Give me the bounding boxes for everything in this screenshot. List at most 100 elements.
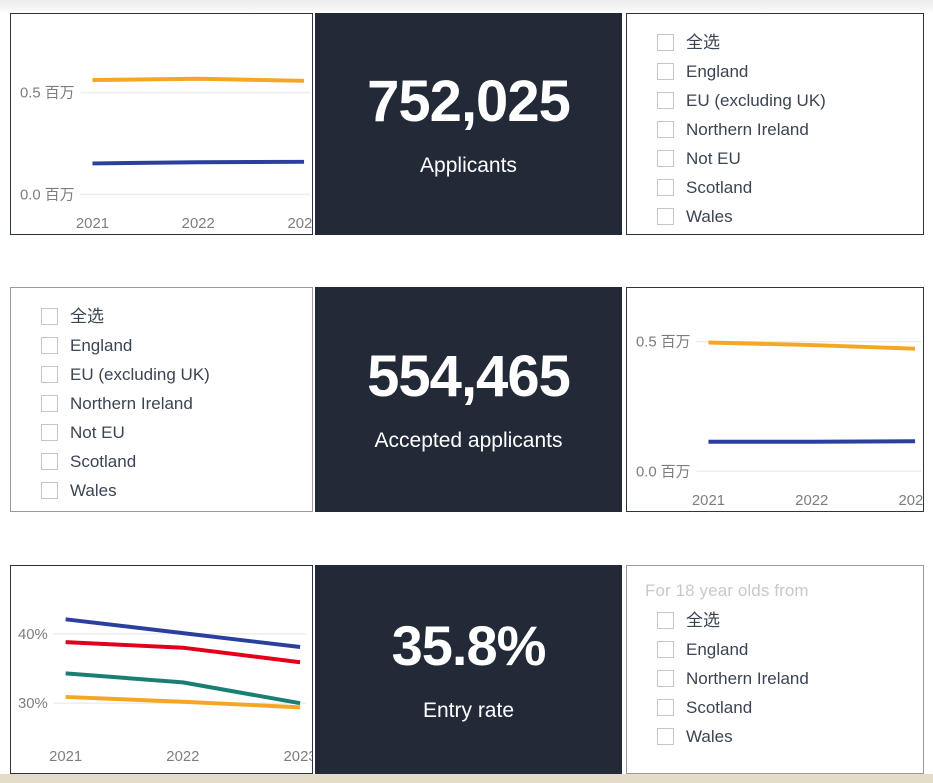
y-axis-tick-label: 0.0 百万	[20, 187, 75, 203]
dashboard-row-accepted-applicants: 全选 England EU (excluding UK) Northern Irela…	[10, 287, 924, 512]
filter-checkbox-item[interactable]: England	[29, 331, 312, 360]
filter-checkbox-select-all[interactable]: 全选	[645, 606, 923, 635]
accepted-kpi-panel[interactable]: 554,465 Accepted applicants	[315, 287, 622, 512]
checkbox-icon[interactable]	[657, 699, 674, 717]
checkbox-icon[interactable]	[657, 728, 674, 746]
filter-checkbox-select-all[interactable]: 全选	[645, 28, 923, 57]
filter-checkbox-label: 全选	[686, 611, 720, 631]
filter-checkbox-item[interactable]: Scotland	[645, 173, 923, 202]
checkbox-icon[interactable]	[657, 150, 674, 167]
filter-checkbox-label: 全选	[686, 33, 720, 52]
filter-checkbox-label: Northern Ireland	[686, 120, 809, 139]
entry-rate-kpi-value: 35.8%	[391, 614, 547, 677]
chart-series-series-red	[65, 640, 301, 665]
entry-rate-trend-chart: 30% 40% 2021 2022 2023	[11, 566, 312, 773]
y-axis-tick-label: 40%	[18, 627, 48, 643]
filter-checkbox-item[interactable]: Wales	[645, 722, 923, 751]
checkbox-icon[interactable]	[41, 424, 58, 441]
checkbox-icon[interactable]	[41, 337, 58, 354]
filter-checkbox-label: 全选	[70, 307, 104, 326]
accepted-filter-panel[interactable]: 全选 England EU (excluding UK) Northern Irela…	[10, 287, 313, 512]
x-axis-tick-label: 2022	[182, 216, 215, 232]
filter-checkbox-item[interactable]: Northern Ireland	[645, 664, 923, 693]
filter-checkbox-item[interactable]: Northern Ireland	[645, 115, 923, 144]
entry-rate-chart-svg: 30% 40% 2021 2022 2023	[18, 617, 312, 765]
y-axis-tick-label: 0.5 百万	[636, 335, 691, 351]
applicants-kpi-label: Applicants	[420, 153, 517, 177]
filter-checkbox-item[interactable]: Wales	[29, 476, 312, 505]
dashboard-row-entry-rate: 30% 40% 2021 2022 2023 35.8% Entry rate For …	[10, 565, 924, 774]
checkbox-icon[interactable]	[41, 395, 58, 412]
filter-checkbox-label: Not EU	[70, 423, 125, 442]
chart-series-series-blue	[708, 439, 916, 444]
filter-checkbox-select-all[interactable]: 全选	[29, 302, 312, 331]
bottom-strip	[0, 774, 933, 783]
applicants-kpi-panel[interactable]: 752,025 Applicants	[315, 13, 622, 235]
entry-rate-kpi-label: Entry rate	[422, 699, 515, 722]
filter-checkbox-item[interactable]: England	[645, 635, 923, 664]
chart-series-series-orange	[92, 76, 305, 83]
applicants-filter-list: 全选 England EU (excluding UK) Northern Irela…	[627, 14, 923, 234]
y-axis-tick-label: 30%	[18, 696, 48, 712]
chart-series-series-blue	[92, 159, 305, 166]
chart-series-series-orange	[708, 340, 916, 351]
filter-checkbox-item[interactable]: Scotland	[645, 693, 923, 722]
filter-checkbox-item[interactable]: Northern Ireland	[29, 389, 312, 418]
filter-list-header: For 18 year olds from	[645, 581, 809, 600]
filter-checkbox-item[interactable]: Wales	[645, 202, 923, 231]
accepted-kpi-label: Accepted applicants	[374, 429, 563, 452]
filter-checkbox-label: England	[70, 336, 133, 355]
filter-checkbox-item[interactable]: Not EU	[29, 418, 312, 447]
applicants-filter-panel[interactable]: 全选 England EU (excluding UK) Northern Irela…	[626, 13, 924, 235]
filter-checkbox-label: Not EU	[686, 149, 741, 168]
filter-checkbox-label: Wales	[686, 727, 733, 747]
accepted-trend-chart-panel[interactable]: 0.0 百万 0.5 百万 2021 2022 2023	[626, 287, 924, 512]
filter-checkbox-label: Northern Ireland	[686, 669, 809, 689]
x-axis-tick-label: 2022	[795, 493, 828, 509]
filter-checkbox-item[interactable]: Scotland	[29, 447, 312, 476]
checkbox-icon[interactable]	[657, 208, 674, 225]
checkbox-icon[interactable]	[41, 366, 58, 383]
checkbox-icon[interactable]	[41, 453, 58, 470]
checkbox-icon[interactable]	[657, 612, 674, 630]
accepted-chart-svg: 0.0 百万 0.5 百万 2021 2022 2023	[636, 335, 923, 509]
filter-checkbox-label: EU (excluding UK)	[686, 91, 826, 110]
checkbox-icon[interactable]	[657, 121, 674, 138]
applicants-chart-svg: 0.0 百万 0.5 百万 2021 2022 2023	[20, 76, 312, 232]
checkbox-icon[interactable]	[657, 63, 674, 80]
accepted-kpi-value: 554,465	[367, 344, 571, 409]
entry-rate-filter-panel[interactable]: For 18 year olds from 全选 England Northern I…	[626, 565, 924, 774]
entry-rate-kpi-panel[interactable]: 35.8% Entry rate	[315, 565, 622, 774]
dashboard-row-applicants: 0.0 百万 0.5 百万 2021 2022 2023 752,025 Applica…	[10, 13, 924, 235]
checkbox-icon[interactable]	[41, 308, 58, 325]
accepted-trend-chart: 0.0 百万 0.5 百万 2021 2022 2023	[627, 288, 923, 511]
applicants-trend-chart-panel[interactable]: 0.0 百万 0.5 百万 2021 2022 2023	[10, 13, 313, 235]
checkbox-icon[interactable]	[41, 482, 58, 499]
filter-checkbox-label: England	[686, 640, 749, 660]
checkbox-icon[interactable]	[657, 34, 674, 51]
accepted-filter-list: 全选 England EU (excluding UK) Northern Irela…	[11, 288, 312, 511]
y-axis-tick-label: 0.5 百万	[20, 86, 75, 102]
filter-checkbox-label: Northern Ireland	[70, 394, 193, 413]
applicants-trend-chart: 0.0 百万 0.5 百万 2021 2022 2023	[11, 14, 312, 234]
checkbox-icon[interactable]	[657, 92, 674, 109]
filter-checkbox-item[interactable]: Not EU	[645, 144, 923, 173]
filter-checkbox-item[interactable]: EU (excluding UK)	[29, 360, 312, 389]
checkbox-icon[interactable]	[657, 670, 674, 688]
checkbox-icon[interactable]	[657, 641, 674, 659]
x-axis-tick-label: 2021	[49, 749, 82, 765]
filter-checkbox-item[interactable]: England	[645, 57, 923, 86]
x-axis-tick-label: 2023	[898, 493, 923, 509]
filter-checkbox-item[interactable]: EU (excluding UK)	[645, 86, 923, 115]
x-axis-tick-label: 2023	[284, 749, 312, 765]
x-axis-tick-label: 2023	[287, 216, 312, 232]
checkbox-icon[interactable]	[657, 179, 674, 196]
y-axis-tick-label: 0.0 百万	[636, 464, 691, 480]
filter-checkbox-label: Scotland	[686, 698, 753, 718]
filter-checkbox-label: Scotland	[686, 178, 753, 197]
applicants-kpi-value: 752,025	[367, 68, 571, 134]
filter-checkbox-label: Wales	[686, 207, 733, 226]
x-axis-tick-label: 2021	[692, 493, 725, 509]
filter-checkbox-label: Wales	[70, 481, 117, 500]
entry-rate-trend-chart-panel[interactable]: 30% 40% 2021 2022 2023	[10, 565, 313, 774]
